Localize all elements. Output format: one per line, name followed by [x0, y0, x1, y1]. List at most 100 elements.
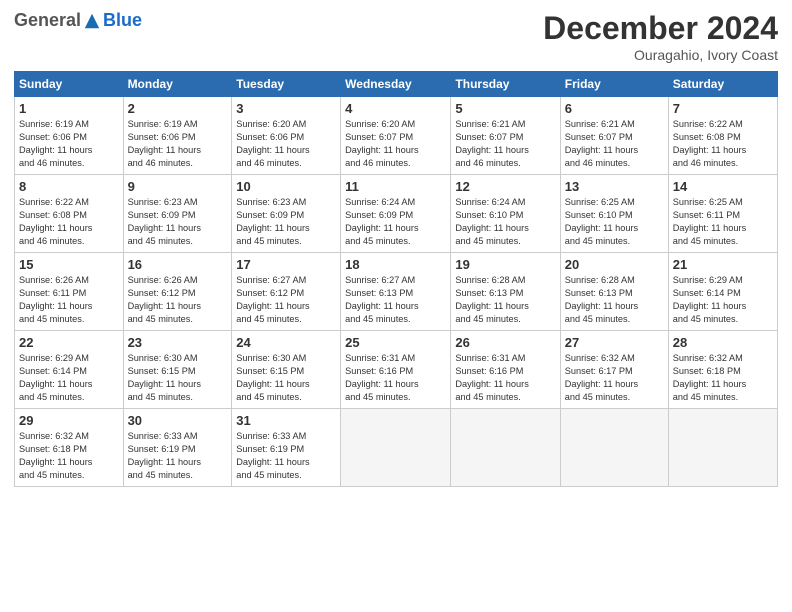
day-info: Sunrise: 6:19 AMSunset: 6:06 PMDaylight:… — [19, 118, 119, 170]
day-number: 22 — [19, 335, 119, 350]
calendar-day-cell: 24 Sunrise: 6:30 AMSunset: 6:15 PMDayligh… — [232, 331, 341, 409]
calendar-day-cell — [451, 409, 560, 487]
calendar-day-cell: 28 Sunrise: 6:32 AMSunset: 6:18 PMDayligh… — [668, 331, 777, 409]
calendar-day-cell — [560, 409, 668, 487]
day-number: 24 — [236, 335, 336, 350]
calendar-day-cell: 3Sunrise: 6:20 AMSunset: 6:06 PMDaylight… — [232, 97, 341, 175]
day-info: Sunrise: 6:32 AMSunset: 6:17 PMDaylight:… — [565, 352, 664, 404]
day-number: 27 — [565, 335, 664, 350]
day-number: 11 — [345, 179, 446, 194]
logo-blue: Blue — [103, 10, 142, 31]
calendar-day-cell: 15Sunrise: 6:26 AMSunset: 6:11 PMDayligh… — [15, 253, 124, 331]
day-number: 19 — [455, 257, 555, 272]
logo: General Blue — [14, 10, 142, 31]
calendar-day-cell: 4 Sunrise: 6:20 AMSunset: 6:07 PMDaylight… — [341, 97, 451, 175]
calendar-week-row: 22 Sunrise: 6:29 AMSunset: 6:14 PMDayligh… — [15, 331, 778, 409]
day-number: 5 — [455, 101, 555, 116]
logo-general: General — [14, 10, 81, 31]
day-info: Sunrise: 6:27 AMSunset: 6:13 PMDaylight:… — [345, 274, 446, 326]
day-number: 21 — [673, 257, 773, 272]
logo-icon — [83, 12, 101, 30]
day-number: 10 — [236, 179, 336, 194]
calendar-day-cell: 27 Sunrise: 6:32 AMSunset: 6:17 PMDayligh… — [560, 331, 668, 409]
day-info: Sunrise: 6:33 AMSunset: 6:19 PMDaylight:… — [236, 430, 336, 482]
calendar-day-cell: 25 Sunrise: 6:31 AMSunset: 6:16 PMDayligh… — [341, 331, 451, 409]
weekday-header-row: SundayMondayTuesdayWednesdayThursdayFrid… — [15, 72, 778, 97]
day-number: 6 — [565, 101, 664, 116]
calendar-day-cell: 29 Sunrise: 6:32 AMSunset: 6:18 PMDayligh… — [15, 409, 124, 487]
day-info: Sunrise: 6:22 AMSunset: 6:08 PMDaylight:… — [673, 118, 773, 170]
calendar-day-cell: 10 Sunrise: 6:23 AMSunset: 6:09 PMDayligh… — [232, 175, 341, 253]
day-info: Sunrise: 6:25 AMSunset: 6:10 PMDaylight:… — [565, 196, 664, 248]
calendar-day-cell: 17 Sunrise: 6:27 AMSunset: 6:12 PMDayligh… — [232, 253, 341, 331]
day-info: Sunrise: 6:24 AMSunset: 6:10 PMDaylight:… — [455, 196, 555, 248]
day-number: 29 — [19, 413, 119, 428]
day-info: Sunrise: 6:25 AMSunset: 6:11 PMDaylight:… — [673, 196, 773, 248]
day-info: Sunrise: 6:32 AMSunset: 6:18 PMDaylight:… — [19, 430, 119, 482]
day-info: Sunrise: 6:20 AMSunset: 6:07 PMDaylight:… — [345, 118, 446, 170]
calendar-container: General Blue December 2024 Ouragahio, Iv… — [0, 0, 792, 612]
calendar-day-cell: 18 Sunrise: 6:27 AMSunset: 6:13 PMDayligh… — [341, 253, 451, 331]
calendar-day-cell: 6 Sunrise: 6:21 AMSunset: 6:07 PMDaylight… — [560, 97, 668, 175]
day-number: 28 — [673, 335, 773, 350]
day-info: Sunrise: 6:19 AMSunset: 6:06 PMDaylight:… — [128, 118, 228, 170]
calendar-table: SundayMondayTuesdayWednesdayThursdayFrid… — [14, 71, 778, 487]
day-info: Sunrise: 6:30 AMSunset: 6:15 PMDaylight:… — [236, 352, 336, 404]
day-info: Sunrise: 6:29 AMSunset: 6:14 PMDaylight:… — [673, 274, 773, 326]
subtitle: Ouragahio, Ivory Coast — [543, 47, 778, 63]
calendar-day-cell: 7 Sunrise: 6:22 AMSunset: 6:08 PMDaylight… — [668, 97, 777, 175]
calendar-day-cell: 21 Sunrise: 6:29 AMSunset: 6:14 PMDayligh… — [668, 253, 777, 331]
calendar-day-cell: 1Sunrise: 6:19 AMSunset: 6:06 PMDaylight… — [15, 97, 124, 175]
month-title: December 2024 — [543, 10, 778, 47]
calendar-day-cell: 5Sunrise: 6:21 AMSunset: 6:07 PMDaylight… — [451, 97, 560, 175]
day-number: 7 — [673, 101, 773, 116]
weekday-header: Friday — [560, 72, 668, 97]
day-number: 25 — [345, 335, 446, 350]
day-number: 18 — [345, 257, 446, 272]
calendar-body: 1Sunrise: 6:19 AMSunset: 6:06 PMDaylight… — [15, 97, 778, 487]
calendar-day-cell: 8 Sunrise: 6:22 AMSunset: 6:08 PMDaylight… — [15, 175, 124, 253]
calendar-day-cell: 31 Sunrise: 6:33 AMSunset: 6:19 PMDayligh… — [232, 409, 341, 487]
day-info: Sunrise: 6:33 AMSunset: 6:19 PMDaylight:… — [128, 430, 228, 482]
day-info: Sunrise: 6:24 AMSunset: 6:09 PMDaylight:… — [345, 196, 446, 248]
day-number: 13 — [565, 179, 664, 194]
calendar-day-cell: 14 Sunrise: 6:25 AMSunset: 6:11 PMDayligh… — [668, 175, 777, 253]
day-number: 2 — [128, 101, 228, 116]
day-number: 12 — [455, 179, 555, 194]
day-info: Sunrise: 6:29 AMSunset: 6:14 PMDaylight:… — [19, 352, 119, 404]
day-number: 31 — [236, 413, 336, 428]
day-number: 26 — [455, 335, 555, 350]
calendar-week-row: 15Sunrise: 6:26 AMSunset: 6:11 PMDayligh… — [15, 253, 778, 331]
calendar-day-cell: 20Sunrise: 6:28 AMSunset: 6:13 PMDayligh… — [560, 253, 668, 331]
day-number: 17 — [236, 257, 336, 272]
calendar-day-cell: 30 Sunrise: 6:33 AMSunset: 6:19 PMDayligh… — [123, 409, 232, 487]
day-number: 30 — [128, 413, 228, 428]
day-info: Sunrise: 6:22 AMSunset: 6:08 PMDaylight:… — [19, 196, 119, 248]
day-number: 16 — [128, 257, 228, 272]
weekday-header: Monday — [123, 72, 232, 97]
day-info: Sunrise: 6:32 AMSunset: 6:18 PMDaylight:… — [673, 352, 773, 404]
calendar-day-cell: 19 Sunrise: 6:28 AMSunset: 6:13 PMDayligh… — [451, 253, 560, 331]
day-info: Sunrise: 6:20 AMSunset: 6:06 PMDaylight:… — [236, 118, 336, 170]
calendar-day-cell: 16 Sunrise: 6:26 AMSunset: 6:12 PMDayligh… — [123, 253, 232, 331]
day-info: Sunrise: 6:26 AMSunset: 6:12 PMDaylight:… — [128, 274, 228, 326]
calendar-week-row: 29 Sunrise: 6:32 AMSunset: 6:18 PMDayligh… — [15, 409, 778, 487]
day-info: Sunrise: 6:28 AMSunset: 6:13 PMDaylight:… — [455, 274, 555, 326]
day-number: 4 — [345, 101, 446, 116]
day-number: 15 — [19, 257, 119, 272]
calendar-day-cell: 26 Sunrise: 6:31 AMSunset: 6:16 PMDayligh… — [451, 331, 560, 409]
day-number: 8 — [19, 179, 119, 194]
day-info: Sunrise: 6:27 AMSunset: 6:12 PMDaylight:… — [236, 274, 336, 326]
calendar-day-cell: 2 Sunrise: 6:19 AMSunset: 6:06 PMDaylight… — [123, 97, 232, 175]
calendar-week-row: 8 Sunrise: 6:22 AMSunset: 6:08 PMDaylight… — [15, 175, 778, 253]
weekday-header: Saturday — [668, 72, 777, 97]
day-info: Sunrise: 6:23 AMSunset: 6:09 PMDaylight:… — [236, 196, 336, 248]
day-info: Sunrise: 6:31 AMSunset: 6:16 PMDaylight:… — [455, 352, 555, 404]
day-info: Sunrise: 6:23 AMSunset: 6:09 PMDaylight:… — [128, 196, 228, 248]
day-info: Sunrise: 6:21 AMSunset: 6:07 PMDaylight:… — [565, 118, 664, 170]
day-info: Sunrise: 6:31 AMSunset: 6:16 PMDaylight:… — [345, 352, 446, 404]
day-info: Sunrise: 6:28 AMSunset: 6:13 PMDaylight:… — [565, 274, 664, 326]
day-number: 14 — [673, 179, 773, 194]
weekday-header: Thursday — [451, 72, 560, 97]
weekday-header: Wednesday — [341, 72, 451, 97]
